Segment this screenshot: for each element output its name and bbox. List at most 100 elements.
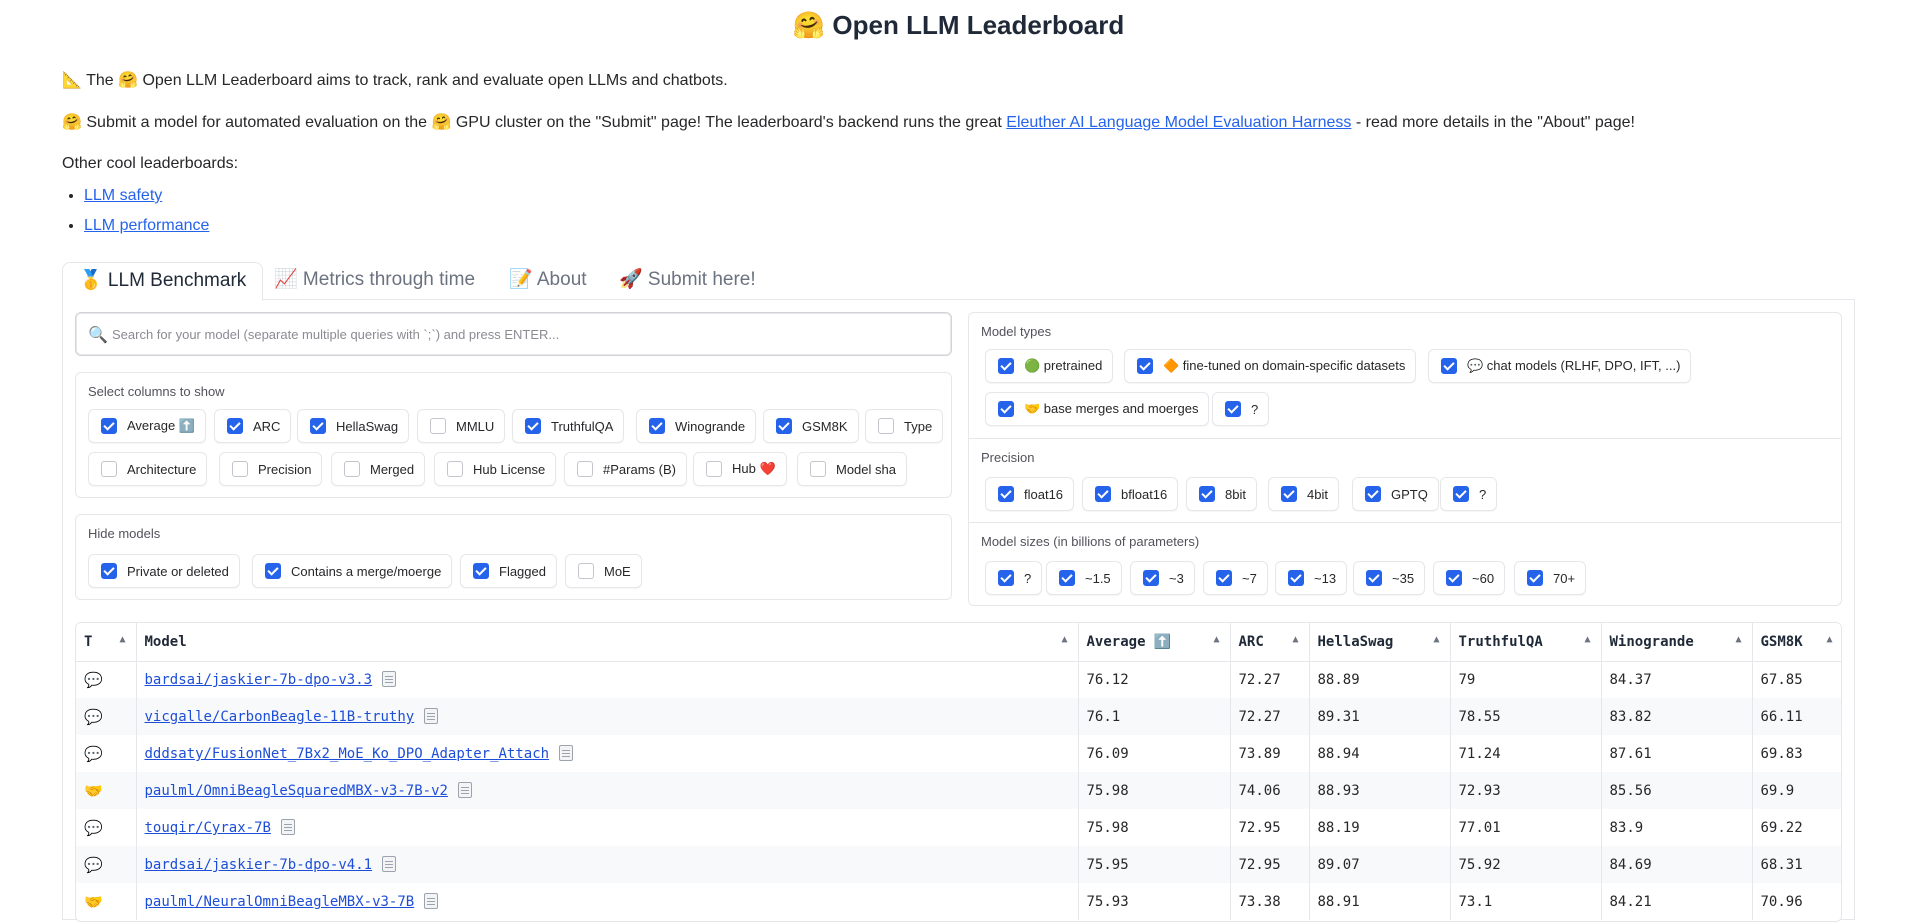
model-size-checkbox[interactable]: ~35 (1353, 561, 1426, 595)
column-checkbox[interactable]: Merged (331, 452, 426, 486)
model-link[interactable]: dddsaty/FusionNet_7Bx2_MoE_Ko_DPO_Adapte… (145, 746, 550, 762)
model-size-checkbox[interactable]: ~1.5 (1046, 561, 1122, 595)
model-card-icon[interactable] (280, 819, 295, 835)
checkbox-icon[interactable] (1059, 570, 1075, 586)
checkbox-icon[interactable] (577, 461, 593, 477)
hide-checkbox[interactable]: MoE (565, 554, 642, 588)
model-link[interactable]: touqir/Cyrax-7B (145, 820, 271, 836)
checkbox-icon[interactable] (265, 563, 281, 579)
column-checkbox[interactable]: Hub License (434, 452, 557, 486)
checkbox-icon[interactable] (998, 486, 1014, 502)
model-type-checkbox[interactable]: 💬 chat models (RLHF, DPO, IFT, ...) (1428, 349, 1692, 383)
checkbox-icon[interactable] (1446, 570, 1462, 586)
model-type-checkbox[interactable]: 🔶 fine-tuned on domain-specific datasets (1124, 349, 1417, 383)
model-card-icon[interactable] (424, 708, 439, 724)
hide-checkbox[interactable]: Private or deleted (88, 554, 240, 588)
checkbox-icon[interactable] (1365, 486, 1381, 502)
model-card-icon[interactable] (457, 782, 472, 798)
column-checkbox[interactable]: Precision (219, 452, 323, 486)
checkbox-icon[interactable] (525, 418, 541, 434)
tab-metrics-through-time[interactable]: 📈 Metrics through time (258, 262, 491, 301)
model-link[interactable]: paulml/NeuralOmniBeagleMBX-v3-7B (145, 894, 415, 910)
tab-submit[interactable]: 🚀 Submit here! (603, 262, 772, 301)
checkbox-icon[interactable] (1137, 358, 1153, 374)
checkbox-icon[interactable] (1143, 570, 1159, 586)
checkbox-icon[interactable] (101, 461, 117, 477)
checkbox-icon[interactable] (310, 418, 326, 434)
column-header-hellaswag[interactable]: HellaSwag ▲ (1309, 623, 1451, 662)
llm-safety-link[interactable]: LLM safety (84, 187, 162, 204)
checkbox-icon[interactable] (998, 570, 1014, 586)
column-checkbox[interactable]: TruthfulQA (512, 409, 625, 443)
tab-llm-benchmark[interactable]: 🥇 LLM Benchmark (62, 262, 264, 301)
checkbox-icon[interactable] (998, 358, 1014, 374)
model-card-icon[interactable] (424, 893, 439, 909)
model-link[interactable]: bardsai/jaskier-7b-dpo-v3.3 (145, 672, 373, 688)
model-type-checkbox[interactable]: ? (1212, 392, 1270, 426)
column-header-truthfulqa[interactable]: TruthfulQA ▲ (1450, 623, 1602, 662)
checkbox-icon[interactable] (578, 563, 594, 579)
precision-checkbox[interactable]: ? (1440, 477, 1498, 511)
model-size-checkbox[interactable]: ~3 (1130, 561, 1195, 595)
precision-checkbox[interactable]: 4bit (1268, 477, 1339, 511)
checkbox-icon[interactable] (1199, 486, 1215, 502)
precision-checkbox[interactable]: bfloat16 (1082, 477, 1179, 511)
checkbox-icon[interactable] (1288, 570, 1304, 586)
column-checkbox[interactable]: HellaSwag (297, 409, 410, 443)
column-checkbox[interactable]: Architecture (88, 452, 208, 486)
checkbox-icon[interactable] (776, 418, 792, 434)
model-type-checkbox[interactable]: 🤝 base merges and moerges (985, 392, 1210, 426)
precision-checkbox[interactable]: GPTQ (1352, 477, 1439, 511)
checkbox-icon[interactable] (430, 418, 446, 434)
checkbox-icon[interactable] (227, 418, 243, 434)
checkbox-icon[interactable] (1527, 570, 1543, 586)
checkbox-icon[interactable] (1441, 358, 1457, 374)
column-header-gsm8k[interactable]: GSM8K ▲ (1752, 623, 1841, 662)
column-header-arc[interactable]: ARC ▲ (1230, 623, 1310, 662)
llm-performance-link[interactable]: LLM performance (84, 217, 209, 234)
tab-about[interactable]: 📝 About (493, 262, 603, 301)
checkbox-icon[interactable] (810, 461, 826, 477)
model-size-checkbox[interactable]: ~7 (1203, 561, 1268, 595)
checkbox-icon[interactable] (1366, 570, 1382, 586)
column-checkbox[interactable]: Average ⬆️ (88, 409, 206, 443)
model-size-checkbox[interactable]: 70+ (1514, 561, 1587, 595)
checkbox-icon[interactable] (878, 418, 894, 434)
model-card-icon[interactable] (559, 745, 574, 761)
column-header-type[interactable]: T ▲ (76, 623, 137, 662)
model-size-checkbox[interactable]: ? (985, 561, 1043, 595)
precision-checkbox[interactable]: 8bit (1186, 477, 1257, 511)
checkbox-icon[interactable] (344, 461, 360, 477)
checkbox-icon[interactable] (1453, 486, 1469, 502)
model-card-icon[interactable] (382, 671, 397, 688)
model-link[interactable]: paulml/OmniBeagleSquaredMBX-v3-7B-v2 (145, 783, 448, 799)
column-checkbox[interactable]: GSM8K (763, 409, 859, 443)
hide-checkbox[interactable]: Flagged (460, 554, 557, 588)
checkbox-icon[interactable] (101, 563, 117, 579)
checkbox-icon[interactable] (1216, 570, 1232, 586)
checkbox-icon[interactable] (473, 563, 489, 579)
checkbox-icon[interactable] (1281, 486, 1297, 502)
checkbox-icon[interactable] (1225, 401, 1241, 417)
checkbox-icon[interactable] (649, 418, 665, 434)
column-checkbox[interactable]: #Params (B) (564, 452, 687, 486)
column-header-model[interactable]: Model ▲ (136, 623, 1079, 662)
checkbox-icon[interactable] (101, 418, 117, 434)
checkbox-icon[interactable] (447, 461, 463, 477)
checkbox-icon[interactable] (232, 461, 248, 477)
harness-link[interactable]: Eleuther AI Language Model Evaluation Ha… (1006, 114, 1351, 131)
checkbox-icon[interactable] (706, 461, 722, 477)
checkbox-icon[interactable] (998, 401, 1014, 417)
column-checkbox[interactable]: MMLU (417, 409, 506, 443)
column-checkbox[interactable]: Winogrande (636, 409, 757, 443)
model-type-checkbox[interactable]: 🟢 pretrained (985, 349, 1114, 383)
model-link[interactable]: bardsai/jaskier-7b-dpo-v4.1 (145, 857, 373, 873)
checkbox-icon[interactable] (1095, 486, 1111, 502)
column-header-winogrande[interactable]: Winogrande ▲ (1601, 623, 1753, 662)
precision-checkbox[interactable]: float16 (985, 477, 1075, 511)
model-card-icon[interactable] (382, 856, 397, 872)
model-link[interactable]: vicgalle/CarbonBeagle-11B-truthy (145, 709, 415, 725)
hide-checkbox[interactable]: Contains a merge/moerge (252, 554, 453, 588)
column-checkbox[interactable]: Model sha (797, 452, 907, 486)
column-header-average[interactable]: Average ⬆️ ▲ (1078, 623, 1231, 662)
